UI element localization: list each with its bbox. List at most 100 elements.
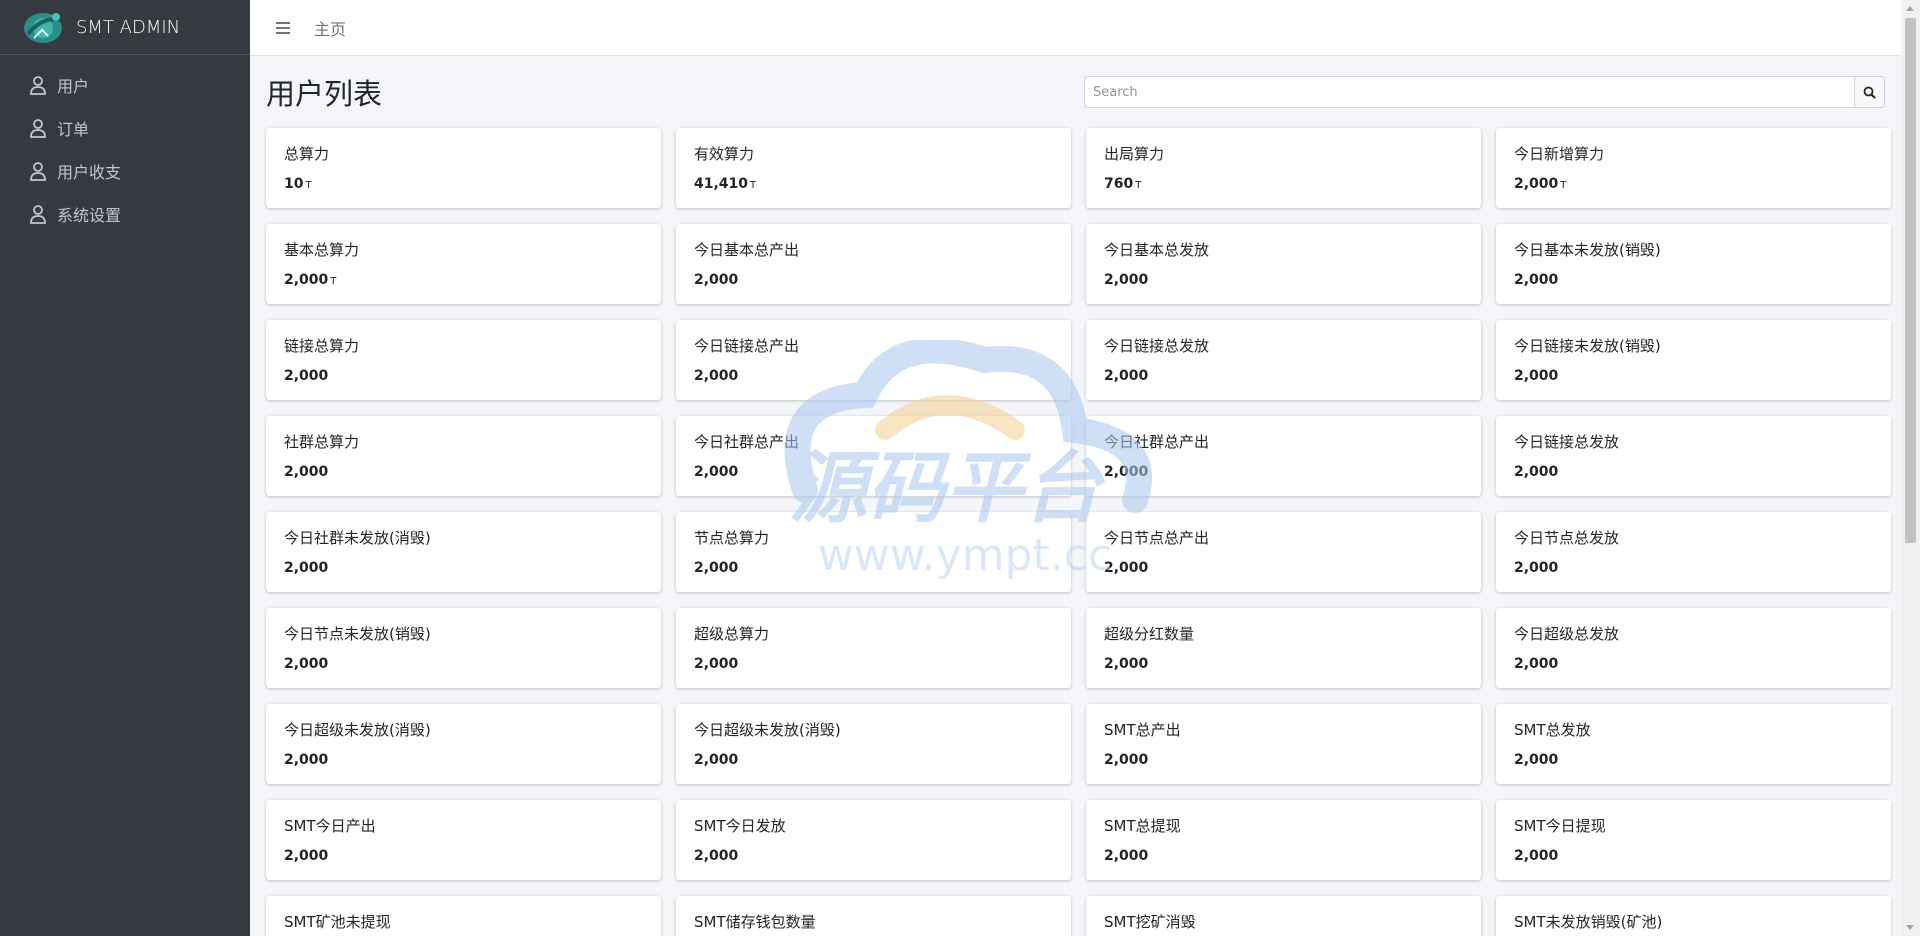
stat-label: 节点总算力: [694, 529, 770, 547]
stat-value: 41,410 T: [694, 176, 1053, 192]
stat-label: 今日基本未发放(销毁): [1514, 241, 1661, 259]
scroll-thumb[interactable]: [1905, 18, 1916, 543]
search-button[interactable]: [1854, 76, 1885, 108]
stat-number: 2,000: [1104, 656, 1149, 672]
stat-value: 2,000: [284, 752, 643, 768]
page-scrollbar[interactable]: [1901, 0, 1920, 936]
stat-card: 今日基本总产出 2,000: [676, 224, 1071, 304]
stat-card: 今日节点总发放 2,000: [1496, 512, 1891, 592]
stat-number: 2,000: [1104, 848, 1149, 864]
stat-label: 今日超级未发放(消毁): [694, 721, 841, 739]
smt-logo-icon: [24, 13, 62, 43]
stat-number: 2,000: [694, 848, 739, 864]
stat-card: 今日链接总产出 2,000: [676, 320, 1071, 400]
stat-value: 2,000: [1514, 656, 1873, 672]
stat-label: 基本总算力: [284, 241, 360, 259]
stat-number: 2,000: [284, 752, 329, 768]
stat-value: 2,000: [284, 560, 643, 576]
stat-label: 今日节点总产出: [1104, 529, 1210, 547]
stat-number: 2,000: [1514, 272, 1559, 288]
stat-value: 2,000: [284, 656, 643, 672]
stat-number: 2,000: [1514, 656, 1559, 672]
sidebar-item-settings[interactable]: 系统设置: [0, 192, 250, 235]
stat-label: 超级分红数量: [1104, 625, 1195, 643]
stat-card: 今日超级未发放(消毁) 2,000: [266, 704, 661, 784]
stat-value: 2,000: [694, 464, 1053, 480]
stat-number: 2,000: [1514, 848, 1559, 864]
stat-label: 今日链接总产出: [694, 337, 800, 355]
sidebar-item-users[interactable]: 用户: [0, 63, 250, 106]
sidebar-nav: 用户 订单 用户收支 系统设置: [0, 55, 250, 235]
stat-value: 2,000: [694, 848, 1053, 864]
stat-card: 今日基本未发放(销毁) 2,000: [1496, 224, 1891, 304]
stat-unit: T: [750, 180, 757, 191]
sidebar-item-user-finance[interactable]: 用户收支: [0, 149, 250, 192]
stat-card: 今日链接总发放 2,000: [1086, 320, 1481, 400]
stat-card: SMT今日发放 2,000: [676, 800, 1071, 880]
stat-value: 2,000: [1514, 848, 1873, 864]
stat-label: 今日节点未发放(销毁): [284, 625, 431, 643]
stat-value: 760 T: [1104, 176, 1463, 192]
stat-value: 2,000: [1104, 464, 1463, 480]
brand-name: SMT ADMIN: [76, 16, 181, 38]
stat-number: 2,000: [694, 656, 739, 672]
stat-value: 2,000: [1104, 656, 1463, 672]
search-icon: [1863, 86, 1876, 99]
sidebar-item-label: 系统设置: [57, 205, 122, 225]
stat-label: SMT总发放: [1514, 721, 1591, 739]
stat-unit: T: [305, 180, 312, 191]
brand-link[interactable]: SMT ADMIN: [0, 0, 250, 55]
stat-number: 2,000: [1514, 464, 1559, 480]
stat-card: SMT储存钱包数量: [676, 896, 1071, 936]
stat-value: 2,000: [694, 560, 1053, 576]
stat-label: SMT未发放销毁(矿池): [1514, 913, 1663, 931]
stat-unit: T: [330, 276, 337, 287]
stat-value: 2,000 T: [1514, 176, 1873, 192]
stat-card: SMT矿池未提现: [266, 896, 661, 936]
content-header: 用户列表: [266, 56, 1885, 128]
stat-unit: T: [1135, 180, 1142, 191]
user-icon: [30, 204, 46, 224]
page-title: 用户列表: [266, 77, 383, 111]
stat-label: 今日社群未发放(消毁): [284, 529, 431, 547]
stat-label: 有效算力: [694, 145, 755, 163]
stat-number: 2,000: [1104, 368, 1149, 384]
stat-label: 今日节点总发放: [1514, 529, 1620, 547]
stat-number: 2,000: [1104, 752, 1149, 768]
sidebar-item-orders[interactable]: 订单: [0, 106, 250, 149]
stat-label: 今日链接总发放: [1514, 433, 1620, 451]
stat-unit: T: [1560, 180, 1567, 191]
stat-number: 10: [284, 176, 304, 192]
stat-number: 2,000: [1514, 752, 1559, 768]
stat-label: 出局算力: [1104, 145, 1165, 163]
stat-value: 2,000: [1104, 848, 1463, 864]
stat-card: SMT总提现 2,000: [1086, 800, 1481, 880]
scroll-up-arrow-icon[interactable]: [1906, 6, 1914, 11]
stat-label: 今日超级总发放: [1514, 625, 1620, 643]
stat-card: 基本总算力 2,000 T: [266, 224, 661, 304]
stat-number: 2,000: [284, 656, 329, 672]
search-group: [1084, 76, 1885, 108]
stat-label: 今日新增算力: [1514, 145, 1605, 163]
stat-card: 今日超级总发放 2,000: [1496, 608, 1891, 688]
stat-number: 2,000: [694, 368, 739, 384]
hamburger-icon[interactable]: [274, 20, 292, 36]
stat-value: 2,000: [1104, 752, 1463, 768]
content-area: 用户列表 总算力10T有效算力41,410T出局算力760T今日新增算力2,00…: [250, 56, 1901, 936]
stat-label: SMT总提现: [1104, 817, 1181, 835]
stat-number: 2,000: [1104, 272, 1149, 288]
home-link[interactable]: 主页: [314, 16, 346, 40]
scroll-down-arrow-icon[interactable]: [1906, 925, 1914, 930]
stat-label: SMT矿池未提现: [284, 913, 391, 931]
stat-value: 2,000: [694, 368, 1053, 384]
stat-label: SMT总产出: [1104, 721, 1181, 739]
search-input[interactable]: [1084, 76, 1854, 108]
stat-number: 2,000: [1514, 176, 1559, 192]
sidebar: SMT ADMIN 用户 订单 用户收支 系统设置: [0, 0, 250, 936]
stat-card: 今日节点总产出 2,000: [1086, 512, 1481, 592]
top-navbar: 主页: [250, 0, 1901, 56]
stat-card: SMT挖矿消毁: [1086, 896, 1481, 936]
stat-card: 社群总算力 2,000: [266, 416, 661, 496]
stat-value: 2,000: [1104, 560, 1463, 576]
stat-card: 超级分红数量 2,000: [1086, 608, 1481, 688]
